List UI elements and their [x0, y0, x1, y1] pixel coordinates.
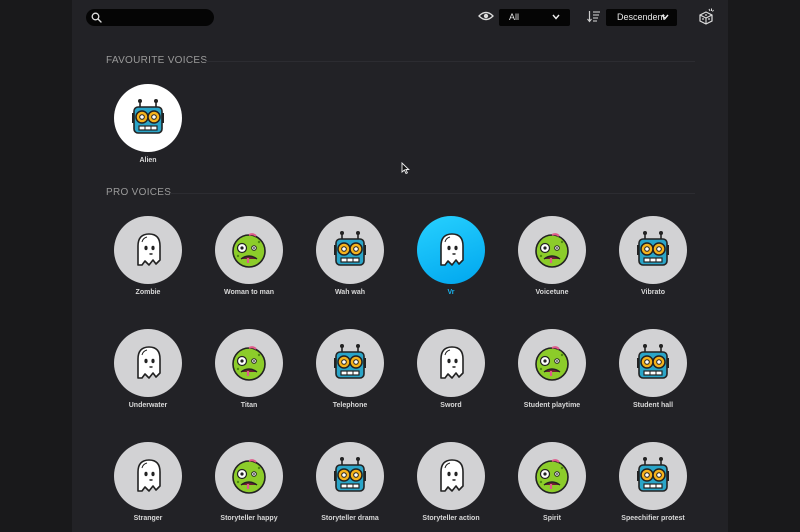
voice-name: Zombie: [135, 289, 161, 296]
search-icon: [91, 12, 102, 23]
chevron-down-icon: [661, 14, 669, 20]
voice-card[interactable]: Zombie: [98, 216, 198, 296]
voice-name: Voicetune: [535, 289, 569, 296]
robot-icon: [334, 344, 366, 379]
left-margin: [0, 0, 72, 532]
voice-card[interactable]: Student hall: [603, 329, 703, 409]
mouse-cursor-icon: [401, 162, 410, 175]
voice-avatar[interactable]: [417, 216, 485, 284]
voice-name: Underwater: [128, 402, 168, 409]
voice-avatar[interactable]: [518, 216, 586, 284]
voice-name: Stranger: [133, 515, 163, 522]
robot-icon: [334, 231, 366, 266]
robot-icon: [334, 457, 366, 492]
ghost-icon: [440, 346, 464, 379]
zombie-icon: [232, 233, 266, 268]
voice-avatar[interactable]: [316, 216, 384, 284]
voice-card[interactable]: Storyteller action: [401, 442, 501, 522]
voice-avatar[interactable]: [114, 216, 182, 284]
voice-avatar[interactable]: [518, 442, 586, 510]
voice-avatar[interactable]: [114, 329, 182, 397]
voice-card[interactable]: Woman to man: [199, 216, 299, 296]
ghost-icon: [137, 459, 161, 492]
voice-name: Sword: [440, 402, 462, 409]
voice-card[interactable]: Underwater: [98, 329, 198, 409]
voice-avatar[interactable]: [619, 216, 687, 284]
voice-card[interactable]: Student playtime: [502, 329, 602, 409]
voice-name: Spirit: [543, 515, 561, 522]
voice-card[interactable]: Storyteller happy: [199, 442, 299, 522]
voice-avatar[interactable]: [417, 329, 485, 397]
voice-card[interactable]: Telephone: [300, 329, 400, 409]
robot-icon: [637, 457, 669, 492]
ghost-icon: [137, 346, 161, 379]
sort-icon[interactable]: [587, 10, 601, 23]
voice-card[interactable]: Wah wah: [300, 216, 400, 296]
sort-dropdown[interactable]: Descendent: [606, 9, 677, 26]
sort-dropdown-value: Descendent: [617, 12, 666, 22]
voice-avatar[interactable]: [619, 329, 687, 397]
voice-card[interactable]: Sword: [401, 329, 501, 409]
ghost-icon: [137, 233, 161, 266]
favourite-voices-heading: FAVOURITE VOICES: [106, 55, 208, 66]
pro-voices-heading: PRO VOICES: [106, 187, 172, 198]
voice-name: Storyteller happy: [220, 515, 278, 522]
ghost-icon: [440, 233, 464, 266]
voice-card[interactable]: Stranger: [98, 442, 198, 522]
voice-name: Vibrato: [641, 289, 665, 296]
zombie-icon: [535, 346, 569, 381]
voice-avatar[interactable]: [619, 442, 687, 510]
voice-name: Storyteller drama: [321, 515, 379, 522]
voice-avatar[interactable]: [215, 442, 283, 510]
voice-avatar[interactable]: [417, 442, 485, 510]
voice-name: Storyteller action: [422, 515, 480, 522]
voice-name: Wah wah: [334, 289, 366, 296]
zombie-icon: [535, 459, 569, 494]
voice-name: Student hall: [632, 402, 674, 409]
zombie-icon: [535, 233, 569, 268]
voice-name: Telephone: [332, 402, 368, 409]
filter-dropdown-value: All: [509, 12, 520, 22]
chevron-down-icon: [552, 14, 560, 20]
voice-name: Woman to man: [223, 289, 275, 296]
section-divider: [170, 193, 695, 194]
voice-name: Titan: [240, 402, 258, 409]
section-divider: [205, 61, 695, 62]
voice-card[interactable]: Vibrato: [603, 216, 703, 296]
voice-avatar[interactable]: [215, 329, 283, 397]
voice-avatar[interactable]: [316, 442, 384, 510]
robot-icon: [132, 99, 164, 134]
robot-icon: [637, 231, 669, 266]
ghost-icon: [440, 459, 464, 492]
voice-avatar[interactable]: [518, 329, 586, 397]
voice-card[interactable]: Voicetune: [502, 216, 602, 296]
voice-name: Student playtime: [523, 402, 581, 409]
random-dice-icon[interactable]: [697, 7, 715, 25]
voice-card[interactable]: Vr: [401, 216, 501, 296]
right-margin: [728, 0, 800, 532]
voice-avatar[interactable]: [316, 329, 384, 397]
voice-card[interactable]: Spirit: [502, 442, 602, 522]
voice-name: Alien: [139, 157, 157, 164]
filter-dropdown[interactable]: All: [499, 9, 570, 26]
voice-name: Vr: [447, 289, 455, 296]
voice-card[interactable]: Storyteller drama: [300, 442, 400, 522]
eye-icon[interactable]: [478, 10, 494, 22]
voice-avatar[interactable]: [114, 442, 182, 510]
search-input[interactable]: [86, 9, 214, 26]
voice-card[interactable]: Titan: [199, 329, 299, 409]
zombie-icon: [232, 459, 266, 494]
robot-icon: [637, 344, 669, 379]
voice-card[interactable]: Speechifier protest: [603, 442, 703, 522]
zombie-icon: [232, 346, 266, 381]
voice-avatar[interactable]: [114, 84, 182, 152]
voice-name: Speechifier protest: [621, 515, 685, 522]
voice-card[interactable]: Alien: [98, 84, 198, 164]
voice-avatar[interactable]: [215, 216, 283, 284]
